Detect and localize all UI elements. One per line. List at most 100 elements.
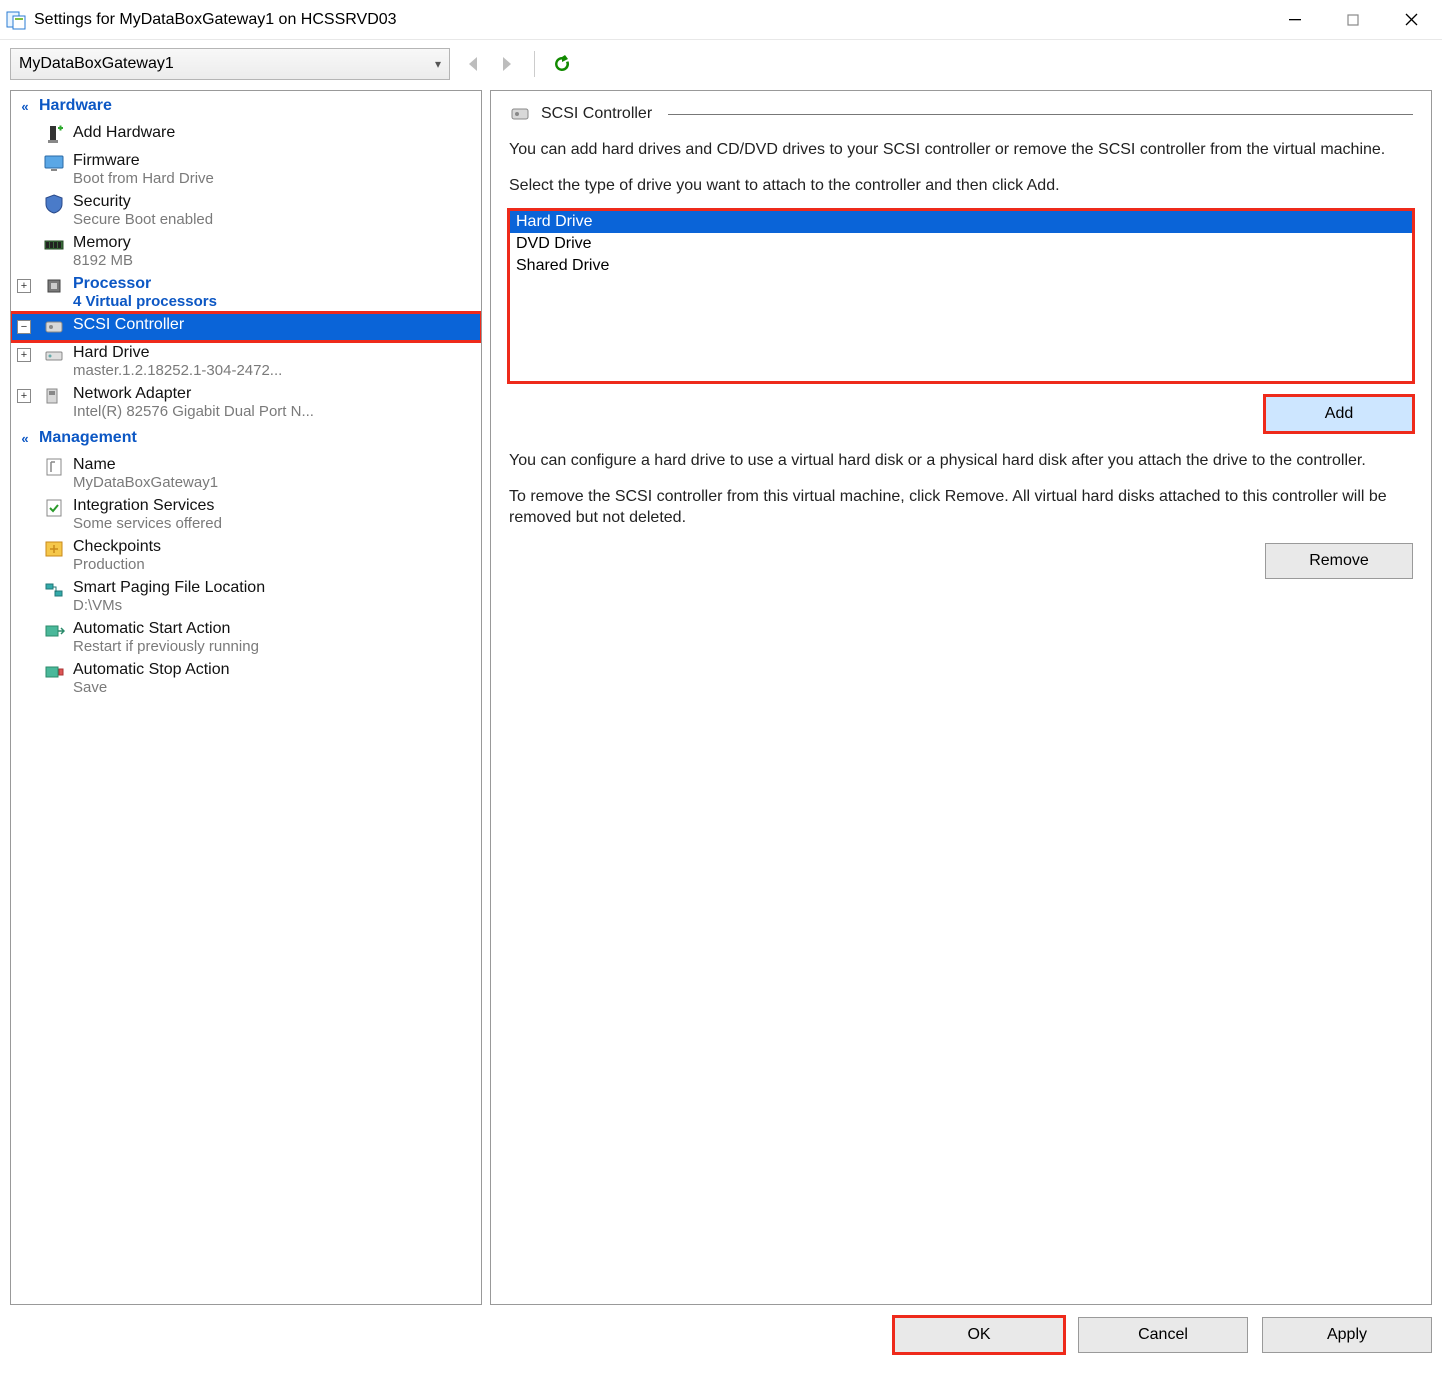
scsi-controller-icon xyxy=(509,103,531,125)
sidebar-item-network-adapter[interactable]: + Network AdapterIntel(R) 82576 Gigabit … xyxy=(11,382,481,423)
checkpoints-icon xyxy=(43,538,65,560)
dialog-footer: OK Cancel Apply xyxy=(894,1307,1432,1363)
sidebar-item-processor[interactable]: + Processor4 Virtual processors xyxy=(11,272,481,313)
ok-button[interactable]: OK xyxy=(894,1317,1064,1353)
item-sublabel: Intel(R) 82576 Gigabit Dual Port N... xyxy=(73,403,314,420)
paging-icon xyxy=(43,579,65,601)
item-sublabel: MyDataBoxGateway1 xyxy=(73,474,218,491)
panel-description-3: You can configure a hard drive to use a … xyxy=(509,450,1413,472)
nav-forward-button[interactable] xyxy=(496,53,518,75)
chevron-down-icon: ▾ xyxy=(435,57,441,71)
memory-icon xyxy=(43,234,65,256)
vm-selector[interactable]: MyDataBoxGateway1 ▾ xyxy=(10,48,450,80)
item-label: SCSI Controller xyxy=(73,316,184,334)
window-controls xyxy=(1266,1,1440,39)
item-sublabel: Production xyxy=(73,556,161,573)
sidebar-item-auto-start[interactable]: Automatic Start ActionRestart if previou… xyxy=(11,617,481,658)
app-icon xyxy=(6,10,26,30)
section-label: Hardware xyxy=(39,97,112,115)
shield-icon xyxy=(43,193,65,215)
nav-back-button[interactable] xyxy=(462,53,484,75)
add-button[interactable]: Add xyxy=(1265,396,1413,432)
item-label: Add Hardware xyxy=(73,124,175,142)
sidebar-item-name[interactable]: NameMyDataBoxGateway1 xyxy=(11,453,481,494)
autostart-icon xyxy=(43,620,65,642)
close-button[interactable] xyxy=(1382,1,1440,39)
cancel-button[interactable]: Cancel xyxy=(1078,1317,1248,1353)
add-hardware-icon xyxy=(43,124,65,146)
remove-button[interactable]: Remove xyxy=(1265,543,1413,579)
maximize-button[interactable] xyxy=(1324,1,1382,39)
refresh-button[interactable] xyxy=(551,53,573,75)
panel-description-1: You can add hard drives and CD/DVD drive… xyxy=(509,139,1413,161)
item-label: Firmware xyxy=(73,152,214,170)
panel-description-2: Select the type of drive you want to att… xyxy=(509,175,1413,197)
drive-option-shared-drive[interactable]: Shared Drive xyxy=(510,255,1412,277)
sidebar-item-auto-stop[interactable]: Automatic Stop ActionSave xyxy=(11,658,481,699)
panel-description-4: To remove the SCSI controller from this … xyxy=(509,486,1413,529)
divider xyxy=(668,114,1413,115)
item-label: Security xyxy=(73,193,213,211)
item-label: Network Adapter xyxy=(73,385,314,403)
sidebar-item-checkpoints[interactable]: CheckpointsProduction xyxy=(11,535,481,576)
item-label: Checkpoints xyxy=(73,538,161,556)
item-sublabel: Save xyxy=(73,679,230,696)
sidebar-item-scsi-controller[interactable]: − SCSI Controller xyxy=(11,313,481,341)
drive-type-list[interactable]: Hard Drive DVD Drive Shared Drive xyxy=(509,210,1413,382)
vm-selector-label: MyDataBoxGateway1 xyxy=(19,55,174,73)
hardware-section-header[interactable]: « Hardware xyxy=(11,91,481,121)
sidebar: « Hardware Add Hardware FirmwareBoot fro… xyxy=(10,90,482,1305)
apply-button[interactable]: Apply xyxy=(1262,1317,1432,1353)
item-label: Automatic Start Action xyxy=(73,620,259,638)
minimize-button[interactable] xyxy=(1266,1,1324,39)
item-label: Automatic Stop Action xyxy=(73,661,230,679)
collapse-icon: « xyxy=(17,431,33,446)
item-label: Hard Drive xyxy=(73,344,282,362)
window-title: Settings for MyDataBoxGateway1 on HCSSRV… xyxy=(34,11,1266,29)
sidebar-item-smart-paging[interactable]: Smart Paging File LocationD:\VMs xyxy=(11,576,481,617)
sidebar-item-add-hardware[interactable]: Add Hardware xyxy=(11,121,481,149)
cpu-icon xyxy=(43,275,65,297)
item-label: Smart Paging File Location xyxy=(73,579,265,597)
item-sublabel: 4 Virtual processors xyxy=(73,293,217,310)
integration-icon xyxy=(43,497,65,519)
title-bar: Settings for MyDataBoxGateway1 on HCSSRV… xyxy=(0,0,1442,40)
sidebar-item-firmware[interactable]: FirmwareBoot from Hard Drive xyxy=(11,149,481,190)
sidebar-item-security[interactable]: SecuritySecure Boot enabled xyxy=(11,190,481,231)
item-label: Processor xyxy=(73,275,217,293)
item-sublabel: Some services offered xyxy=(73,515,222,532)
autostop-icon xyxy=(43,661,65,683)
collapse-icon[interactable]: − xyxy=(17,320,31,334)
item-sublabel: 8192 MB xyxy=(73,252,133,269)
sidebar-item-memory[interactable]: Memory8192 MB xyxy=(11,231,481,272)
collapse-icon: « xyxy=(17,99,33,114)
network-adapter-icon xyxy=(43,385,65,407)
item-label: Integration Services xyxy=(73,497,222,515)
toolbar: MyDataBoxGateway1 ▾ xyxy=(0,40,1442,84)
expand-icon[interactable]: + xyxy=(17,348,31,362)
sidebar-item-integration-services[interactable]: Integration ServicesSome services offere… xyxy=(11,494,481,535)
settings-tree: « Hardware Add Hardware FirmwareBoot fro… xyxy=(11,91,481,699)
hard-drive-icon xyxy=(43,344,65,366)
management-section-header[interactable]: « Management xyxy=(11,423,481,453)
item-sublabel: Secure Boot enabled xyxy=(73,211,213,228)
main-content: « Hardware Add Hardware FirmwareBoot fro… xyxy=(0,84,1442,1315)
panel-title: SCSI Controller xyxy=(541,105,652,123)
item-sublabel: D:\VMs xyxy=(73,597,265,614)
panel-header: SCSI Controller xyxy=(509,103,1413,125)
expand-icon[interactable]: + xyxy=(17,279,31,293)
name-icon xyxy=(43,456,65,478)
monitor-icon xyxy=(43,152,65,174)
item-label: Name xyxy=(73,456,218,474)
scsi-controller-icon xyxy=(43,316,65,338)
item-label: Memory xyxy=(73,234,133,252)
drive-option-hard-drive[interactable]: Hard Drive xyxy=(510,211,1412,233)
drive-option-dvd-drive[interactable]: DVD Drive xyxy=(510,233,1412,255)
detail-panel: SCSI Controller You can add hard drives … xyxy=(490,90,1432,1305)
expand-icon[interactable]: + xyxy=(17,389,31,403)
item-sublabel: Restart if previously running xyxy=(73,638,259,655)
section-label: Management xyxy=(39,429,137,447)
item-sublabel: master.1.2.18252.1-304-2472... xyxy=(73,362,282,379)
sidebar-item-hard-drive[interactable]: + Hard Drivemaster.1.2.18252.1-304-2472.… xyxy=(11,341,481,382)
separator xyxy=(534,51,535,77)
